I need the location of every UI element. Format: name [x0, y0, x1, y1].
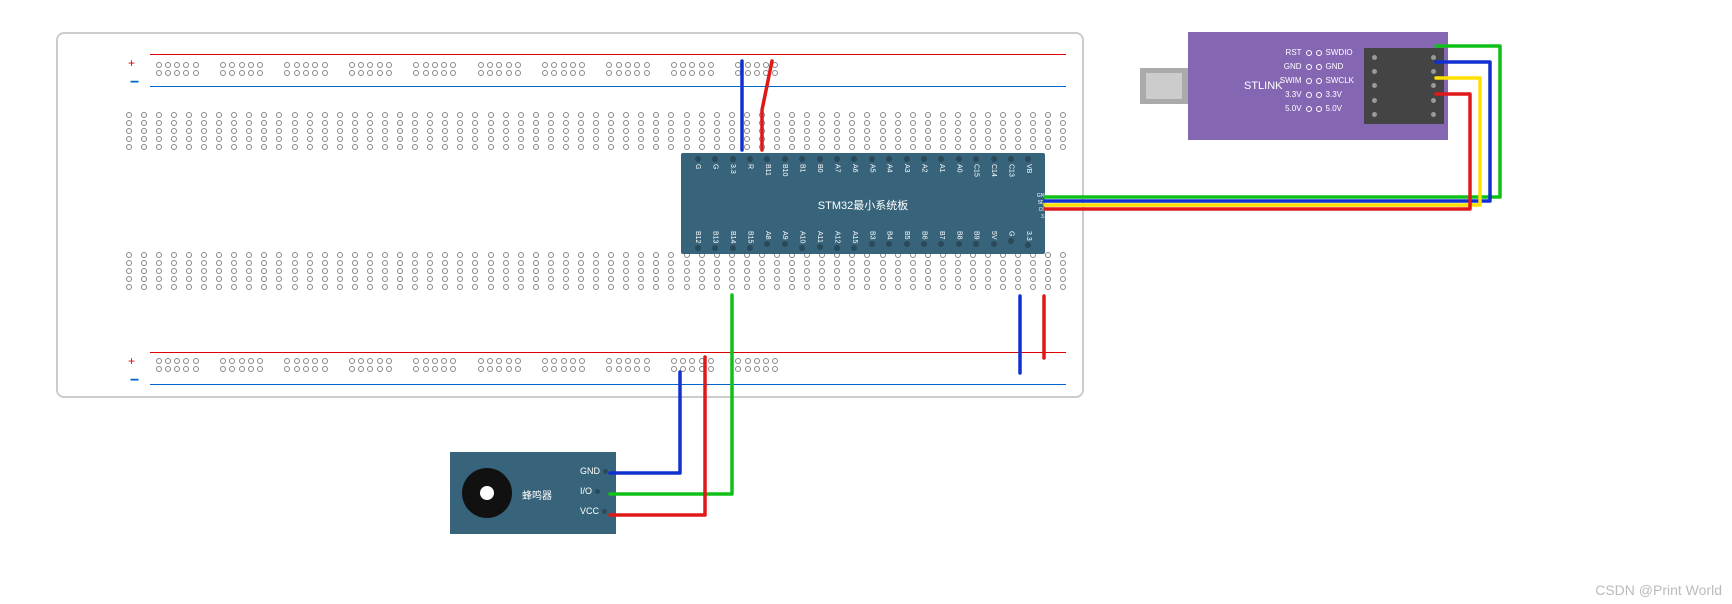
stlink-pin-labels: RSTSWDIOGNDGNDSWIMSWCLK3.3V3.3V5.0V5.0V: [1276, 48, 1354, 113]
bottom-terminal-strip: [124, 250, 1074, 290]
stm32-bottom-pins: B12B13B14B15A8A9A10A11A12A15B3B4B5B6B7B8…: [689, 231, 1037, 251]
stm32-swd-labels: GNDSDADIO3.3: [1037, 193, 1048, 220]
top-power-rail: [154, 60, 780, 76]
usb-connector: [1140, 68, 1188, 104]
top-terminal-strip: [124, 110, 1074, 150]
buzzer-pins: GNDI/OVCC: [580, 466, 608, 516]
stlink-header: [1364, 48, 1444, 124]
stlink-programmer: STLINK RSTSWDIOGNDGNDSWIMSWCLK3.3V3.3V5.…: [1188, 32, 1448, 140]
buzzer-label: 蜂鸣器: [522, 487, 552, 502]
stm32-board: STM32最小系统板 GG3.3RB11B10B1B0A7A6A5A4A3A2A…: [681, 153, 1045, 254]
diagram-canvas: { "watermark":"CSDN @Print World", "stm3…: [0, 0, 1732, 604]
watermark: CSDN @Print World: [1595, 582, 1722, 598]
stm32-top-pins: GG3.3RB11B10B1B0A7A6A5A4A3A2A1A0C15C14C1…: [689, 156, 1037, 177]
bottom-power-rail: [154, 356, 780, 372]
stm32-label: STM32最小系统板: [681, 197, 1045, 213]
buzzer-module: 蜂鸣器 GNDI/OVCC: [450, 452, 616, 534]
buzzer-speaker-icon: [462, 468, 512, 518]
